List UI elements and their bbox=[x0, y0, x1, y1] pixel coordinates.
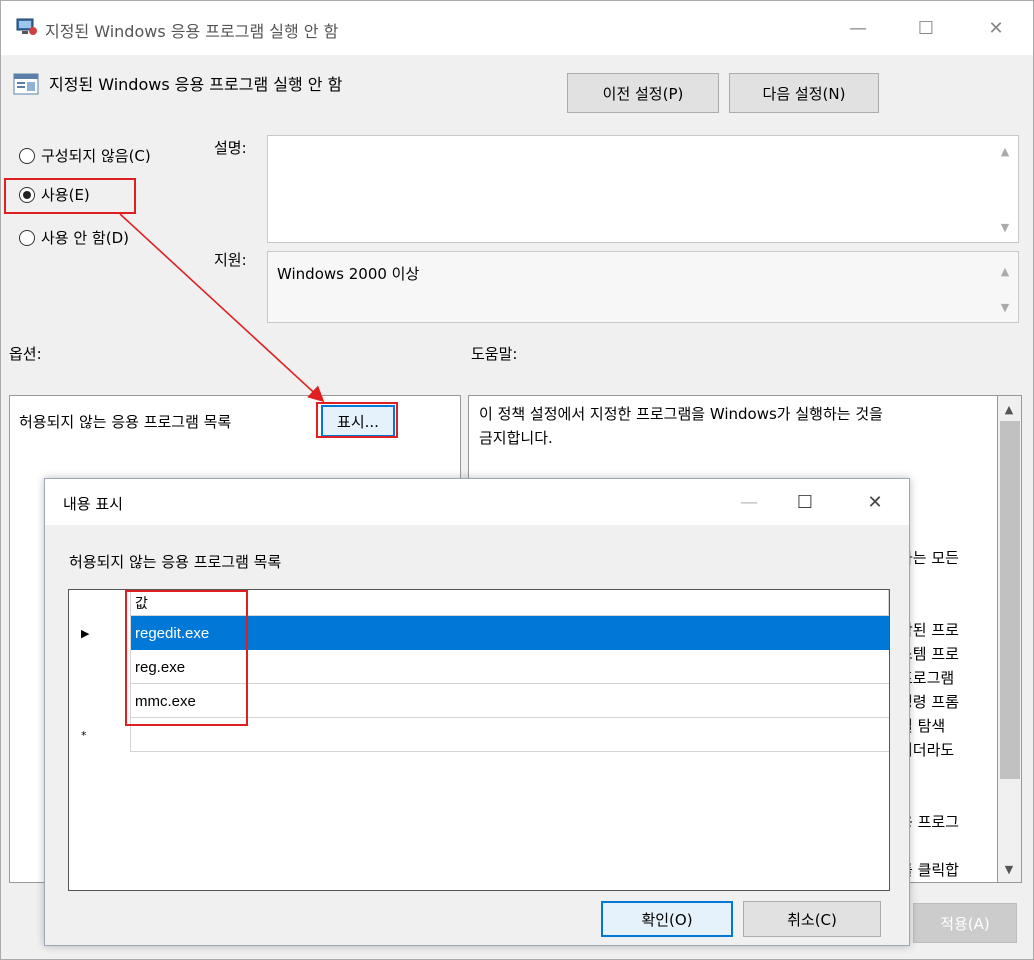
annotation-arrow bbox=[119, 213, 325, 403]
